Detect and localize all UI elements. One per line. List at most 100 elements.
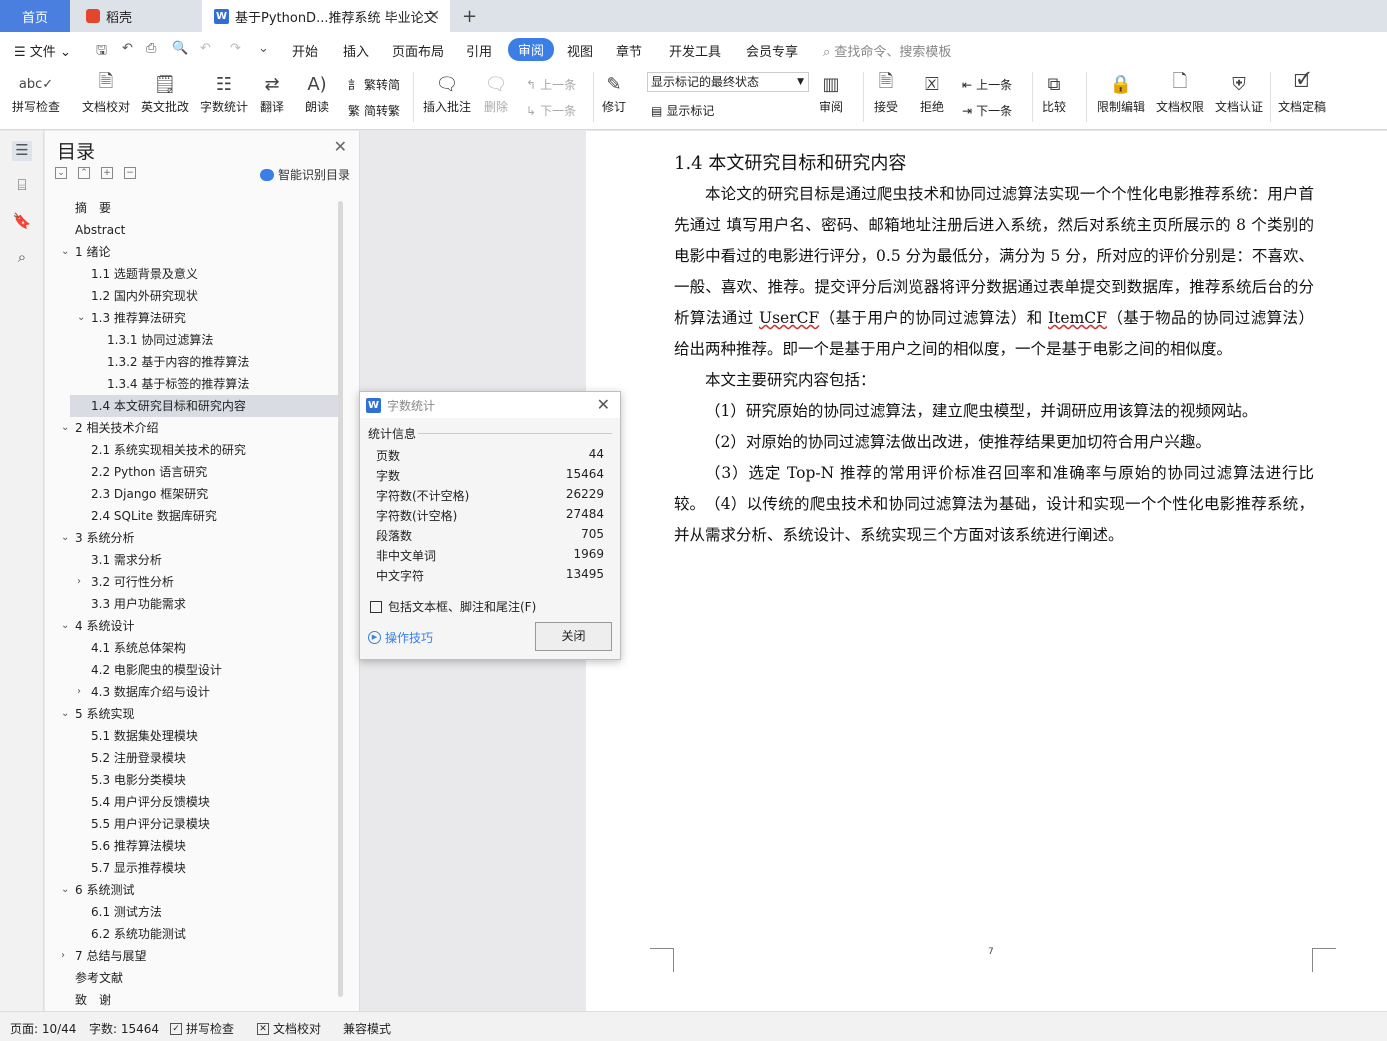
undo2-icon[interactable]: ↶ [200, 41, 211, 56]
read-aloud-button[interactable]: A) 朗读 [304, 70, 330, 115]
menu-dev-tools[interactable]: 开发工具 [669, 41, 721, 60]
menu-reference[interactable]: 引用 [466, 41, 492, 60]
chevron-right-icon[interactable]: › [61, 945, 65, 967]
prev-comment-button[interactable]: ↰ 上一条 [526, 76, 576, 93]
reject-button[interactable]: 🗵 拒绝 [919, 70, 945, 115]
menu-start[interactable]: 开始 [292, 41, 318, 60]
toc-item[interactable]: 3.1 需求分析 [45, 549, 340, 571]
toc-item[interactable]: ⌄ 2 相关技术介绍 [45, 417, 340, 439]
toc-item[interactable]: 4.2 电影爬虫的模型设计 [45, 659, 340, 681]
toc-item[interactable]: › 3.2 可行性分析 [45, 571, 340, 593]
save-icon[interactable]: 🖫 [96, 41, 107, 63]
tab-home[interactable]: 首页 [0, 0, 70, 32]
chevron-down-icon[interactable]: ⌄ [61, 703, 69, 725]
toc-item[interactable]: 5.5 用户评分记录模块 [45, 813, 340, 835]
trad-to-simp-button[interactable]: 訁繁转简 [348, 76, 400, 93]
toc-item[interactable]: ⌄ 1.3 推荐算法研究 [45, 307, 340, 329]
toc-item[interactable]: › 7 总结与展望 [45, 945, 340, 967]
show-markup-button[interactable]: ▤ 显示标记 [651, 102, 714, 119]
next-change-button[interactable]: ⇥ 下一条 [962, 102, 1012, 119]
redo-icon[interactable]: ↷ [230, 41, 241, 56]
toc-item[interactable]: 2.3 Django 框架研究 [45, 483, 340, 505]
menu-layout[interactable]: 页面布局 [392, 41, 444, 60]
finalize-button[interactable]: 🗹 文档定稿 [1278, 70, 1326, 115]
toc-item[interactable]: ⌄ 6 系统测试 [45, 879, 340, 901]
dialog-titlebar[interactable]: W 字数统计 [360, 392, 620, 418]
preview-icon[interactable]: 🔍 [172, 41, 188, 56]
word-count-button[interactable]: ☷ 字数统计 [200, 70, 248, 115]
chevron-right-icon[interactable]: › [77, 571, 81, 593]
toc-item[interactable]: Abstract [45, 219, 340, 241]
new-tab-icon[interactable]: + [462, 0, 482, 32]
chevron-down-icon[interactable]: ⌄ [61, 879, 69, 901]
review-pane-button[interactable]: ▥ 审阅 [818, 70, 844, 115]
toc-item[interactable]: 3.3 用户功能需求 [45, 593, 340, 615]
tab-document[interactable]: W 基于PythonD...推荐系统 毕业论文 ✕ [202, 0, 450, 32]
delete-comment-button[interactable]: 🗨 删除 [483, 70, 509, 115]
close-button[interactable]: 关闭 [535, 622, 612, 651]
close-tab-icon[interactable]: ✕ [428, 8, 440, 24]
toc-item[interactable]: 摘 要 [45, 197, 340, 219]
toc-item[interactable]: ⌄ 4 系统设计 [45, 615, 340, 637]
toc-item[interactable]: 1.4 本文研究目标和研究内容 [70, 395, 340, 417]
menu-review[interactable]: 审阅 [508, 38, 555, 61]
toc-item[interactable]: 1.1 选题背景及意义 [45, 263, 340, 285]
compare-button[interactable]: ⧉ 比较 [1041, 70, 1067, 115]
menu-chapter[interactable]: 章节 [616, 41, 642, 60]
toc-item[interactable]: 5.7 显示推荐模块 [45, 857, 340, 879]
proofread-toggle[interactable]: ✕ 文档校对 [257, 1020, 321, 1037]
chevron-down-icon[interactable]: ⌄ [61, 417, 69, 439]
toc-item[interactable]: 5.3 电影分类模块 [45, 769, 340, 791]
toc-item[interactable]: 5.2 注册登录模块 [45, 747, 340, 769]
print-icon[interactable]: ⎙ [146, 41, 156, 56]
next-comment-button[interactable]: ↳ 下一条 [526, 102, 576, 119]
page-indicator[interactable]: 页面: 10/44 [10, 1020, 76, 1037]
toc-item[interactable]: 1.2 国内外研究现状 [45, 285, 340, 307]
toc-item[interactable]: 参考文献 [45, 967, 340, 989]
chevron-down-icon[interactable]: ⌄ [77, 307, 85, 329]
tab-daoke[interactable]: 稻壳 [72, 0, 200, 32]
close-icon[interactable]: ✕ [334, 137, 347, 156]
close-icon[interactable]: ✕ [597, 395, 610, 414]
search-icon[interactable]: ⌕ [12, 248, 32, 268]
toc-item[interactable]: 6.1 测试方法 [45, 901, 340, 923]
english-review-button[interactable]: 🗒 英文批改 [141, 70, 189, 115]
proofread-button[interactable]: 🗎 文档校对 [82, 70, 130, 115]
word-count-indicator[interactable]: 字数: 15464 [89, 1020, 159, 1037]
smart-toc-button[interactable]: 智能识别目录 [260, 166, 350, 183]
toc-item[interactable]: 5.4 用户评分反馈模块 [45, 791, 340, 813]
toc-item[interactable]: 1.3.4 基于标签的推荐算法 [45, 373, 340, 395]
toc-item[interactable]: › 4.3 数据库介绍与设计 [45, 681, 340, 703]
track-changes-button[interactable]: ✎ 修订 [601, 70, 627, 115]
restrict-editing-button[interactable]: 🔒 限制编辑 [1097, 70, 1145, 115]
toc-item[interactable]: 2.2 Python 语言研究 [45, 461, 340, 483]
menu-insert[interactable]: 插入 [343, 41, 369, 60]
prev-change-button[interactable]: ⇤ 上一条 [962, 76, 1012, 93]
toc-item[interactable]: 1.3.2 基于内容的推荐算法 [45, 351, 340, 373]
more-icon[interactable]: ⌄ [258, 41, 269, 56]
chevron-down-icon[interactable]: ⌄ [61, 527, 69, 549]
toc-panel-icon[interactable]: ☰ [12, 141, 32, 161]
toc-item[interactable]: ⌄ 3 系统分析 [45, 527, 340, 549]
chevron-right-icon[interactable]: › [77, 681, 81, 703]
navigation-icon[interactable]: ⌸ [12, 176, 32, 196]
toc-item[interactable]: 2.4 SQLite 数据库研究 [45, 505, 340, 527]
menu-member[interactable]: 会员专享 [746, 41, 798, 60]
document-permission-button[interactable]: 🗋 文档权限 [1156, 70, 1204, 115]
toc-scrollbar[interactable] [338, 201, 343, 997]
expand-up-icon[interactable]: ⌃ [78, 167, 90, 179]
toc-item[interactable]: 4.1 系统总体架构 [45, 637, 340, 659]
toc-item[interactable]: 5.6 推荐算法模块 [45, 835, 340, 857]
toc-item[interactable]: 致 谢 [45, 989, 340, 1011]
spell-check-toggle[interactable]: ✓ 拼写检查 [170, 1020, 234, 1037]
insert-comment-button[interactable]: 🗨 插入批注 [423, 70, 471, 115]
command-search[interactable]: ⌕ 查找命令、搜索模板 [823, 41, 951, 60]
file-menu[interactable]: ☰ 文件 ⌄ [14, 41, 71, 60]
toc-item[interactable]: 1.3.1 协同过滤算法 [45, 329, 340, 351]
translate-button[interactable]: ⇄ 翻译 [259, 70, 285, 115]
simp-to-trad-button[interactable]: 繁简转繁 [348, 102, 400, 119]
remove-heading-icon[interactable]: − [124, 167, 136, 179]
tips-link[interactable]: ▶ 操作技巧 [368, 629, 433, 646]
toc-item[interactable]: 5.1 数据集处理模块 [45, 725, 340, 747]
toc-item[interactable]: 6.2 系统功能测试 [45, 923, 340, 945]
